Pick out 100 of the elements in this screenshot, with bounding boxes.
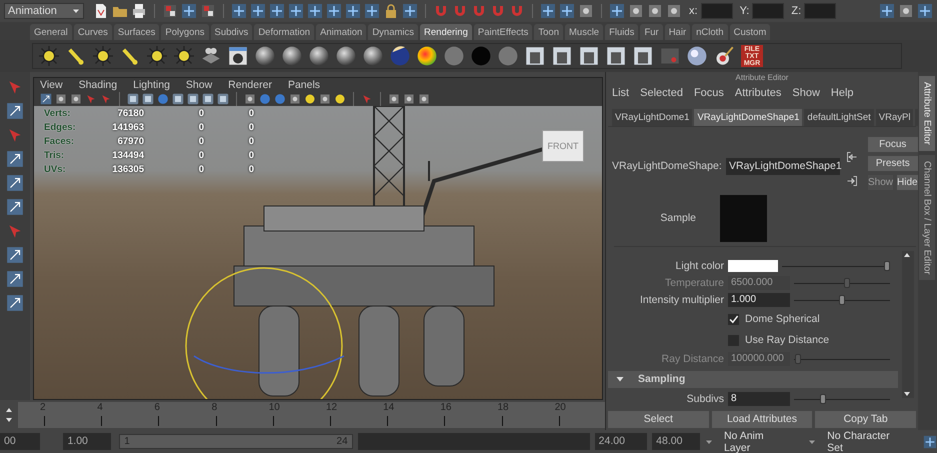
tile-icon[interactable] bbox=[269, 3, 285, 19]
viewport-menu[interactable]: View bbox=[40, 79, 63, 91]
light-icon[interactable] bbox=[93, 46, 113, 66]
grid-icon[interactable] bbox=[201, 46, 221, 66]
tile-icon[interactable] bbox=[162, 3, 178, 19]
shelf-tab[interactable]: Subdivs bbox=[210, 24, 252, 40]
caret-icon[interactable] bbox=[808, 438, 816, 446]
tile-icon[interactable] bbox=[217, 93, 229, 105]
panel-button[interactable]: Copy Tab bbox=[815, 410, 916, 428]
tool-icon[interactable] bbox=[6, 150, 24, 168]
tile-icon[interactable] bbox=[274, 93, 286, 105]
shelf-tab[interactable]: Animation bbox=[316, 24, 366, 40]
shelf-tab[interactable]: Toon bbox=[534, 24, 563, 40]
tile-icon[interactable] bbox=[319, 93, 331, 105]
slider-thumb[interactable] bbox=[820, 394, 826, 404]
checkbox[interactable] bbox=[728, 314, 739, 325]
shelf-tab[interactable]: Curves bbox=[74, 24, 112, 40]
menu-item[interactable]: Focus bbox=[694, 86, 724, 99]
menu-item[interactable]: Selected bbox=[640, 86, 683, 99]
shelf-tab[interactable]: Muscle bbox=[565, 24, 604, 40]
character-set-menu[interactable]: No Character Set bbox=[827, 430, 904, 453]
viewport-menu[interactable]: Panels bbox=[288, 79, 320, 91]
node-tab[interactable]: defaultLightSet bbox=[804, 109, 874, 126]
up-arrow-icon[interactable] bbox=[4, 406, 14, 414]
down-arrow-icon[interactable] bbox=[4, 416, 14, 424]
window-icon[interactable] bbox=[552, 46, 572, 66]
shelf-tab[interactable]: Surfaces bbox=[114, 24, 160, 40]
tile-icon[interactable] bbox=[660, 46, 680, 66]
side-tab[interactable]: Attribute Editor bbox=[919, 76, 935, 151]
window-icon[interactable] bbox=[633, 46, 653, 66]
tool-icon[interactable] bbox=[6, 174, 24, 192]
light-icon[interactable] bbox=[147, 46, 167, 66]
menu-item[interactable]: List bbox=[612, 86, 630, 99]
tile-icon[interactable] bbox=[127, 93, 139, 105]
number-field[interactable]: 8 bbox=[728, 392, 790, 406]
menu-item[interactable]: Help bbox=[830, 86, 854, 99]
shelf-tab[interactable]: Polygons bbox=[161, 24, 208, 40]
window-icon[interactable] bbox=[228, 46, 248, 66]
side-tab[interactable]: Channel Box / Layer Editor bbox=[919, 154, 935, 280]
tile-icon[interactable] bbox=[70, 93, 82, 105]
tile-icon[interactable] bbox=[609, 3, 625, 19]
mode-dropdown[interactable]: Animation bbox=[4, 3, 84, 19]
color-swatch[interactable] bbox=[728, 260, 778, 272]
shelf-tab[interactable]: Dynamics bbox=[368, 24, 418, 40]
shelf-tab[interactable]: PaintEffects bbox=[474, 24, 532, 40]
window-icon[interactable] bbox=[579, 46, 599, 66]
globe-icon[interactable] bbox=[687, 46, 707, 66]
light-icon[interactable] bbox=[39, 46, 59, 66]
tile-icon[interactable] bbox=[388, 93, 400, 105]
tile-icon[interactable] bbox=[231, 3, 247, 19]
number-field[interactable]: 1.000 bbox=[728, 293, 790, 308]
panel-button[interactable]: Select bbox=[608, 410, 709, 428]
light-icon[interactable] bbox=[174, 46, 194, 66]
node-tab[interactable]: VRayLightDomeShape1 bbox=[694, 109, 802, 126]
tool-icon[interactable] bbox=[40, 93, 52, 105]
tile-icon[interactable] bbox=[578, 3, 594, 19]
tile-icon[interactable] bbox=[288, 3, 304, 19]
spotlight-icon[interactable] bbox=[120, 46, 140, 66]
light-icon[interactable] bbox=[334, 93, 346, 105]
tile-icon[interactable] bbox=[307, 3, 323, 19]
window-icon[interactable] bbox=[525, 46, 545, 66]
tile-icon[interactable] bbox=[364, 3, 380, 19]
tile-icon[interactable] bbox=[898, 3, 914, 19]
shelf-tab[interactable]: Deformation bbox=[254, 24, 314, 40]
tile-icon[interactable] bbox=[202, 93, 214, 105]
sphere-icon[interactable] bbox=[363, 46, 383, 66]
tile-icon[interactable] bbox=[200, 3, 216, 19]
coordinate-field[interactable] bbox=[700, 3, 733, 19]
tile-icon[interactable] bbox=[647, 3, 663, 19]
shelf-tab[interactable]: Custom bbox=[730, 24, 770, 40]
scroll-bar[interactable] bbox=[902, 250, 914, 398]
tile-icon[interactable] bbox=[142, 93, 154, 105]
viewport-menu[interactable]: Show bbox=[186, 79, 212, 91]
tile-icon[interactable] bbox=[157, 93, 169, 105]
shelf-tab[interactable]: Fluids bbox=[605, 24, 638, 40]
tool-icon[interactable] bbox=[6, 246, 24, 264]
viewport-menu[interactable]: Renderer bbox=[228, 79, 272, 91]
tile-icon[interactable] bbox=[250, 3, 266, 19]
panel-button[interactable]: Load Attributes bbox=[712, 410, 812, 428]
node-tab[interactable]: VRayLightDome1 bbox=[612, 109, 692, 126]
tile-icon[interactable] bbox=[187, 93, 199, 105]
tile-icon[interactable] bbox=[418, 93, 430, 105]
input-connection-icon[interactable] bbox=[846, 151, 858, 164]
lock-icon[interactable] bbox=[383, 3, 399, 19]
sphere-icon[interactable] bbox=[417, 46, 437, 66]
tile-icon[interactable] bbox=[666, 3, 682, 19]
viewport-menu[interactable]: Shading bbox=[78, 79, 118, 91]
brush-icon[interactable] bbox=[714, 46, 734, 66]
tile-icon[interactable] bbox=[628, 3, 644, 19]
shelf-tab[interactable]: Rendering bbox=[420, 24, 472, 40]
printer-icon[interactable] bbox=[131, 3, 147, 19]
tool-icon[interactable] bbox=[6, 294, 24, 312]
slider-thumb[interactable] bbox=[839, 294, 845, 305]
coordinate-field[interactable] bbox=[804, 3, 836, 19]
panel-button[interactable]: Hide bbox=[897, 175, 918, 190]
tile-icon[interactable] bbox=[922, 434, 937, 448]
tile-icon[interactable] bbox=[326, 3, 342, 19]
sphere-icon[interactable] bbox=[390, 46, 410, 66]
tool-icon[interactable] bbox=[6, 102, 24, 120]
shelf-tab[interactable]: Hair bbox=[664, 24, 690, 40]
